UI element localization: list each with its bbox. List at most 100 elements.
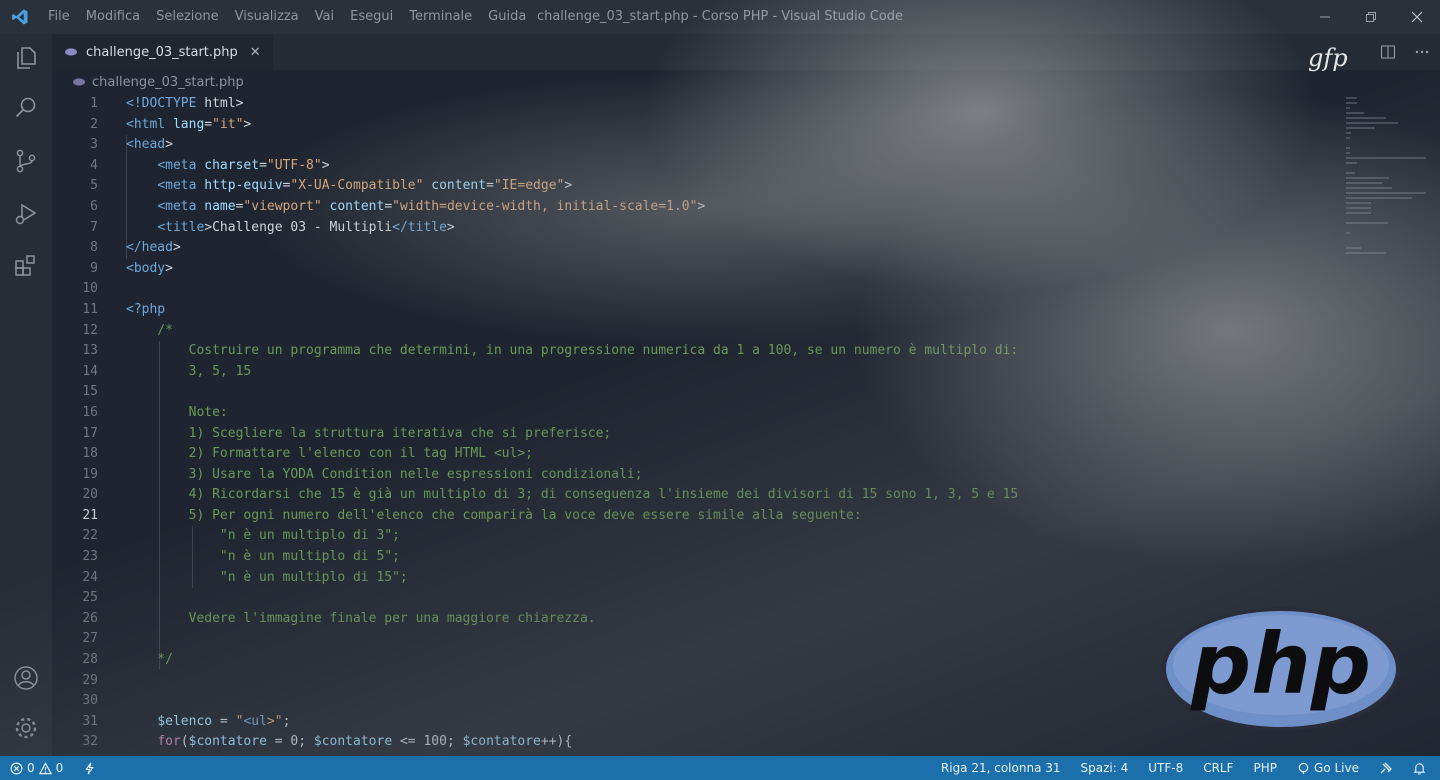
line-number: 23: [82, 549, 98, 565]
manage-button[interactable]: [0, 704, 52, 752]
minimize-button[interactable]: [1302, 0, 1348, 34]
maximize-button[interactable]: [1348, 0, 1394, 34]
code-line[interactable]: 6 <meta name="viewport" content="width=d…: [52, 197, 1440, 218]
menu-selezione[interactable]: Selezione: [148, 0, 227, 34]
line-number: 25: [82, 590, 98, 606]
code-line[interactable]: 2 <html lang="it">: [52, 115, 1440, 136]
line-number: 13: [82, 343, 98, 359]
menu-terminale[interactable]: Terminale: [401, 0, 480, 34]
status-bar: 0 0 Riga 21, colonna 31 Spazi: 4 UTF-8 C…: [0, 756, 1440, 780]
code-text: "n è un multiplo di 3";: [126, 528, 400, 544]
line-number: 9: [90, 260, 98, 276]
cursor-position[interactable]: Riga 21, colonna 31: [941, 761, 1061, 775]
code-text: 4) Ricordarsi che 15 è già un multiplo d…: [126, 487, 1019, 503]
code-text: <meta charset="UTF-8">: [157, 157, 330, 173]
search-button[interactable]: [0, 84, 52, 132]
code-line[interactable]: 9 <body>: [52, 259, 1440, 280]
menu-esegui[interactable]: Esegui: [342, 0, 401, 34]
extensions-button[interactable]: [0, 242, 52, 290]
indentation[interactable]: Spazi: 4: [1081, 761, 1129, 775]
code-line[interactable]: 20 4) Ricordarsi che 15 è già un multipl…: [52, 485, 1440, 506]
line-number: 14: [82, 363, 98, 379]
explorer-button[interactable]: [0, 34, 52, 82]
code-line[interactable]: 7 <title>Challenge 03 - Multipli</title>: [52, 218, 1440, 239]
code-line[interactable]: 12 /*: [52, 321, 1440, 342]
lightning-icon: [85, 762, 95, 774]
line-number: 5: [90, 178, 98, 194]
line-number: 32: [82, 734, 98, 750]
source-control-button[interactable]: [0, 137, 52, 185]
gear-icon: [15, 717, 37, 739]
code-text: $elenco = "<ul>";: [157, 713, 291, 729]
line-number: 29: [82, 672, 98, 688]
code-text: "n è un multiplo di 15";: [126, 569, 408, 585]
vscode-logo-icon[interactable]: [0, 0, 40, 34]
minimap-line: [1346, 132, 1351, 134]
code-line[interactable]: 14 3, 5, 15: [52, 362, 1440, 383]
code-text: <head>: [126, 137, 173, 153]
code-line[interactable]: 22 "n è un multiplo di 3";: [52, 526, 1440, 547]
editor-actions: [1380, 34, 1430, 70]
line-number: 11: [82, 301, 98, 317]
code-text: /*: [126, 322, 173, 338]
line-number: 18: [82, 446, 98, 462]
code-line[interactable]: 18 2) Formattare l'elenco con il tag HTM…: [52, 444, 1440, 465]
end-of-line[interactable]: CRLF: [1203, 761, 1233, 775]
menu-modifica[interactable]: Modifica: [78, 0, 148, 34]
code-line[interactable]: 15: [52, 382, 1440, 403]
code-text: </head>: [126, 240, 181, 256]
menu-vai[interactable]: Vai: [307, 0, 342, 34]
code-line[interactable]: 8 </head>: [52, 238, 1440, 259]
notifications-button[interactable]: [1413, 762, 1426, 775]
menu-file[interactable]: File: [40, 0, 78, 34]
line-number: 20: [82, 487, 98, 503]
close-window-button[interactable]: [1394, 0, 1440, 34]
problems-indicator[interactable]: 0 0: [10, 761, 63, 775]
minimap-line: [1346, 117, 1386, 119]
files-icon: [17, 47, 36, 69]
extensions-icon: [15, 255, 35, 276]
code-line[interactable]: 5 <meta http-equiv="X-UA-Compatible" con…: [52, 176, 1440, 197]
code-line[interactable]: 21 5) Per ogni numero dell'elenco che co…: [52, 506, 1440, 527]
line-number: 30: [82, 693, 98, 709]
feedback-button[interactable]: [1379, 761, 1393, 775]
run-debug-button[interactable]: [0, 190, 52, 238]
go-live-button[interactable]: Go Live: [1297, 761, 1359, 775]
minimap-line: [1346, 147, 1350, 149]
code-line[interactable]: 1 <!DOCTYPE html>: [52, 94, 1440, 115]
error-icon: [10, 762, 23, 774]
minimize-icon: [1320, 16, 1330, 18]
line-number: 1: [90, 96, 98, 111]
minimap-line: [1346, 137, 1351, 139]
menu-visualizza[interactable]: Visualizza: [227, 0, 307, 34]
code-line[interactable]: 4 <meta charset="UTF-8">: [52, 156, 1440, 177]
minimap-line: [1346, 112, 1365, 114]
minimap-line: [1346, 212, 1372, 214]
line-number: 27: [82, 631, 98, 647]
code-line[interactable]: 16 Note:: [52, 403, 1440, 424]
minimap-line: [1346, 232, 1351, 234]
code-line[interactable]: 11 <?php: [52, 300, 1440, 321]
code-line[interactable]: 24 "n è un multiplo di 15";: [52, 568, 1440, 589]
breadcrumb-file[interactable]: challenge_03_start.php: [92, 75, 244, 90]
line-number: 26: [82, 610, 98, 626]
code-line[interactable]: 13 Costruire un programma che determini,…: [52, 341, 1440, 362]
split-editor-icon[interactable]: [1380, 44, 1396, 60]
code-line[interactable]: 3 <head>: [52, 135, 1440, 156]
language-mode[interactable]: PHP: [1254, 761, 1278, 775]
code-line[interactable]: 17 1) Scegliere la struttura iterativa c…: [52, 424, 1440, 445]
minimap-line: [1346, 197, 1412, 199]
tab-close-icon[interactable]: ✕: [250, 45, 261, 60]
code-line[interactable]: 19 3) Usare la YODA Condition nelle espr…: [52, 465, 1440, 486]
code-line[interactable]: 32 for($contatore = 0; $contatore <= 100…: [52, 732, 1440, 753]
code-line[interactable]: 23 "n è un multiplo di 5";: [52, 547, 1440, 568]
more-actions-icon[interactable]: [1414, 44, 1430, 60]
code-line[interactable]: 10: [52, 279, 1440, 300]
activity-bar: [0, 34, 52, 756]
remote-indicator[interactable]: [83, 762, 96, 775]
minimap[interactable]: [1346, 94, 1426, 394]
accounts-button[interactable]: [0, 654, 52, 702]
menu-guida[interactable]: Guida: [480, 0, 534, 34]
encoding[interactable]: UTF-8: [1148, 761, 1183, 775]
tab-challenge-03-start[interactable]: challenge_03_start.php ✕: [52, 34, 273, 70]
